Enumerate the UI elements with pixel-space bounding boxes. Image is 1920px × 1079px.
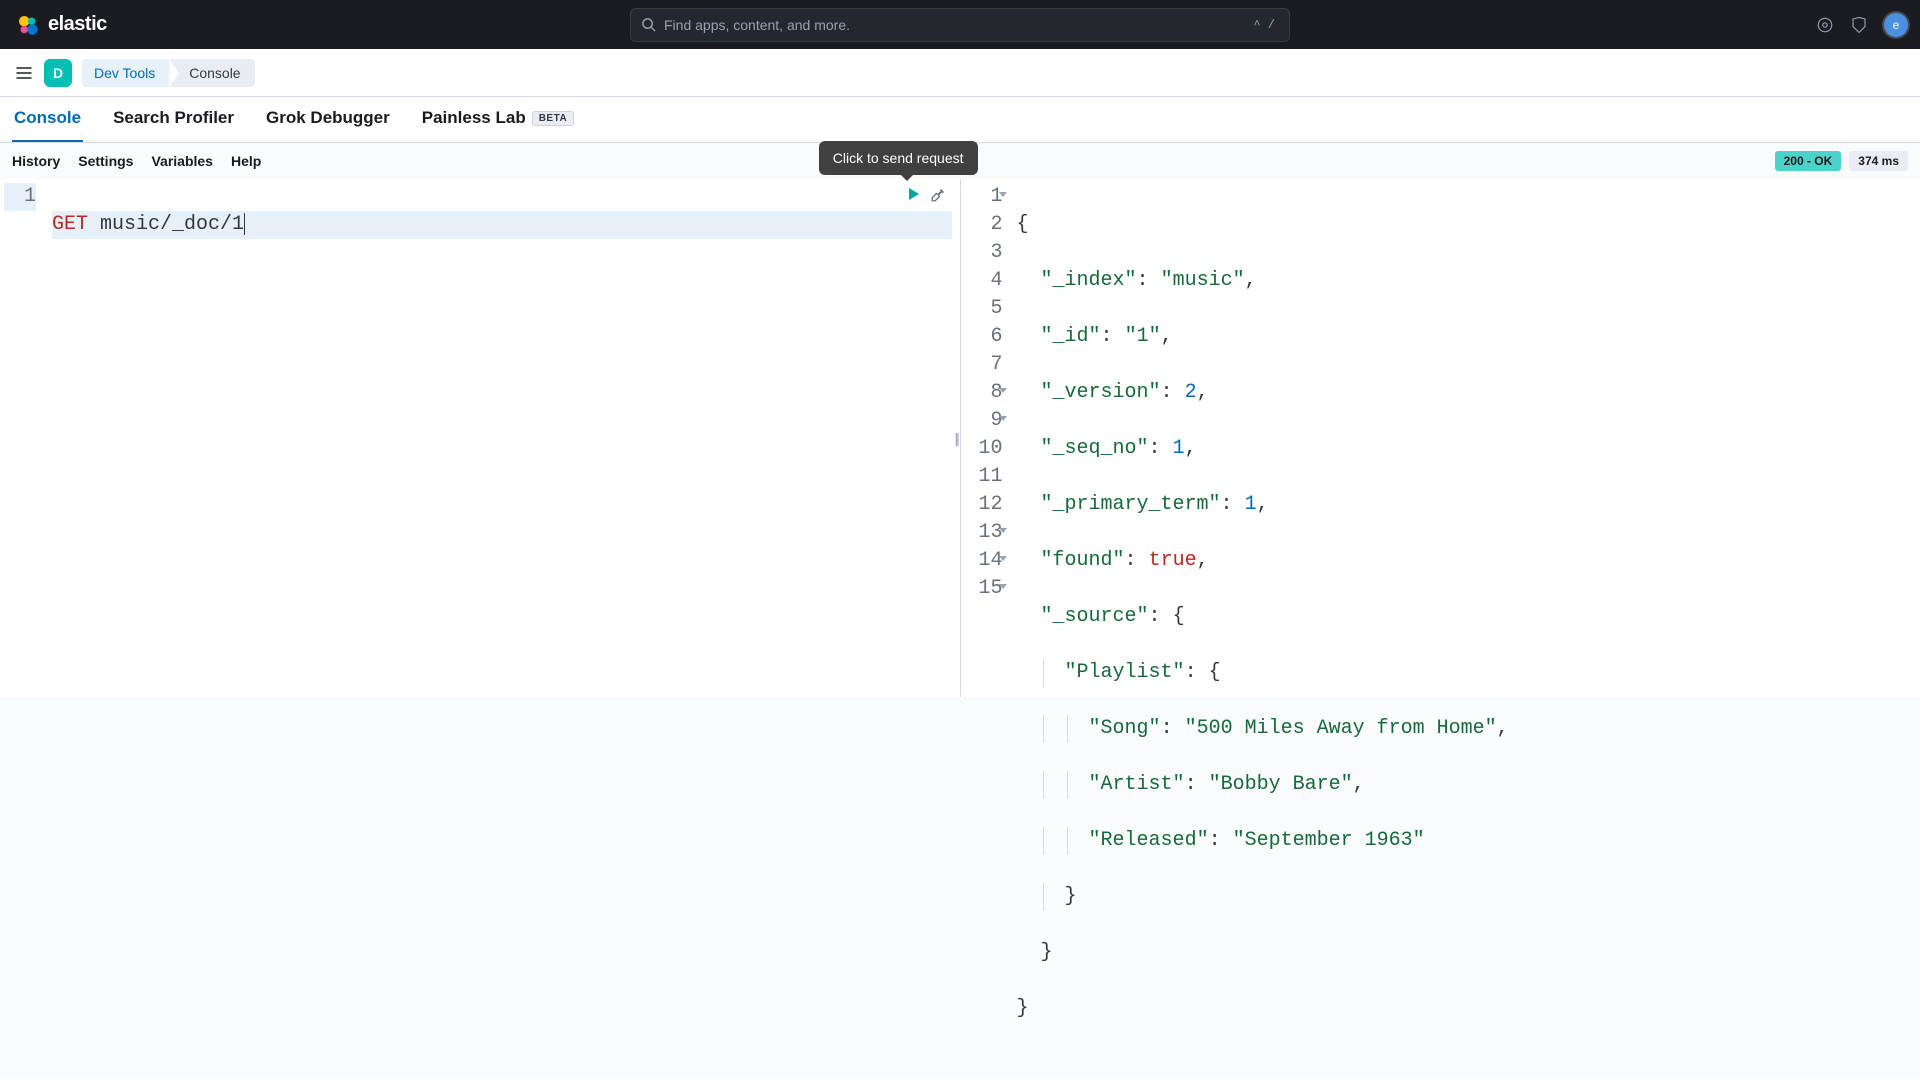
- search-input[interactable]: [664, 17, 1241, 33]
- elastic-logo-icon: [16, 13, 40, 37]
- editor-area: 1 GET music/_doc/1 Click to send request…: [0, 179, 1920, 697]
- variables-button[interactable]: Variables: [151, 153, 213, 169]
- tab-grok-debugger[interactable]: Grok Debugger: [264, 98, 392, 142]
- space-selector[interactable]: D: [44, 59, 72, 87]
- breadcrumb-console[interactable]: Console: [169, 59, 254, 87]
- help-button[interactable]: Help: [231, 153, 261, 169]
- settings-button[interactable]: Settings: [78, 153, 133, 169]
- breadcrumb-devtools[interactable]: Dev Tools: [82, 59, 169, 87]
- brand-text: elastic: [48, 13, 107, 36]
- search-icon: [641, 17, 656, 32]
- request-path: music/_doc/1: [100, 213, 244, 236]
- status-badge: 200 - OK: [1775, 151, 1842, 171]
- nav-hamburger-icon[interactable]: [14, 63, 34, 83]
- split-handle-icon[interactable]: ||: [955, 430, 958, 446]
- gear-icon[interactable]: [1816, 16, 1834, 34]
- header-right: e: [1816, 13, 1908, 37]
- history-button[interactable]: History: [12, 153, 60, 169]
- response-viewer[interactable]: { "_index": "music", "_id": "1", "_versi…: [1009, 179, 1920, 697]
- response-gutter: 1 2 3 4 5 6 7 8 9 10 11 12 13 14 15: [961, 179, 1009, 697]
- search-box[interactable]: ^ /: [630, 8, 1290, 42]
- request-gutter: 1: [0, 179, 44, 697]
- send-request-icon[interactable]: [906, 186, 922, 202]
- tabs-bar: Console Search Profiler Grok Debugger Pa…: [0, 97, 1920, 143]
- wrench-icon[interactable]: [930, 185, 948, 203]
- brand-logo[interactable]: elastic: [16, 13, 107, 37]
- newsfeed-icon[interactable]: [1850, 16, 1868, 34]
- request-method: GET: [52, 213, 88, 236]
- timing-badge: 374 ms: [1849, 151, 1908, 171]
- cursor: [244, 213, 245, 235]
- beta-badge: BETA: [532, 111, 574, 126]
- top-header: elastic ^ / e: [0, 0, 1920, 49]
- response-pane: || 1 2 3 4 5 6 7 8 9 10 11 12 13 14 15 {…: [961, 179, 1920, 697]
- search-kbd-hint: ^ /: [1249, 18, 1279, 32]
- request-actions: Click to send request: [906, 185, 948, 203]
- tab-painless-lab[interactable]: Painless Lab BETA: [420, 98, 576, 142]
- request-pane: 1 GET music/_doc/1 Click to send request: [0, 179, 961, 697]
- tab-console[interactable]: Console: [12, 98, 83, 142]
- send-tooltip: Click to send request: [819, 141, 978, 175]
- breadcrumb-bar: D Dev Tools Console: [0, 49, 1920, 97]
- request-editor[interactable]: GET music/_doc/1: [44, 179, 960, 697]
- user-avatar[interactable]: e: [1884, 13, 1908, 37]
- tab-search-profiler[interactable]: Search Profiler: [111, 98, 236, 142]
- breadcrumb: Dev Tools Console: [82, 59, 255, 87]
- global-search: ^ /: [630, 8, 1290, 42]
